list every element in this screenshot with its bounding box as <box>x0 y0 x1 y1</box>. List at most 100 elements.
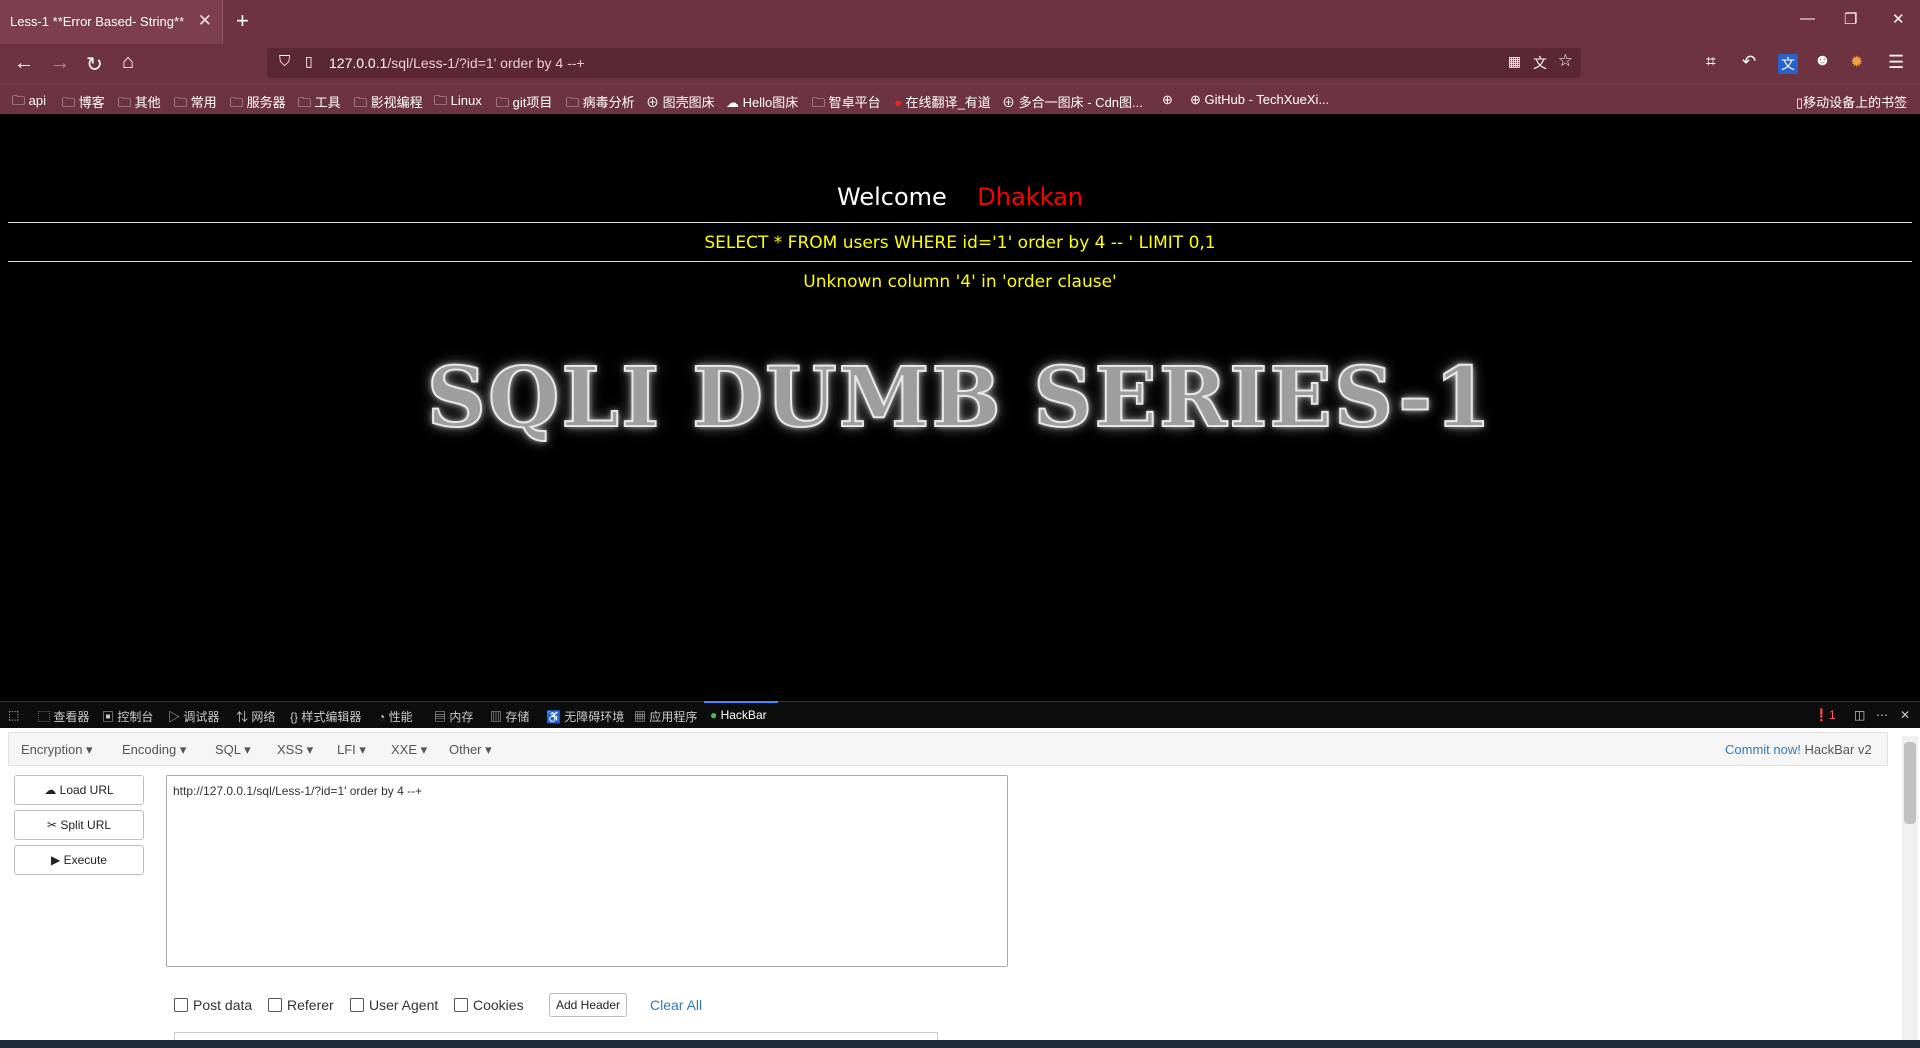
home-icon[interactable]: ⌂ <box>122 51 134 74</box>
sql-error-text: Unknown column '4' in 'order clause' <box>803 272 1117 292</box>
devtools-toolbar: ⬚ ⬚ 查看器 ▣ 控制台 ▷ 调试器 ⇅ 网络 {} 样式编辑器 ◔ 性能 ▤… <box>0 701 1920 729</box>
shield-icon[interactable]: ⛉ <box>279 53 290 70</box>
extension-fox-icon[interactable]: ✹ <box>1850 52 1863 72</box>
page-info-icon[interactable]: ▯ <box>305 53 313 70</box>
bookmarks-bar: 🗀 api 🗀 博客 🗀 其他 🗀 常用 🗀 服务器 🗀 工具 🗀 影视编程 🗀… <box>0 84 1920 115</box>
menu-other[interactable]: Other ▾ <box>449 742 492 758</box>
bookmark-folder-common[interactable]: 🗀 常用 <box>174 92 217 116</box>
load-url-button[interactable]: ☁ Load URL <box>14 775 144 805</box>
qr-code-icon[interactable]: ▦ <box>1508 53 1521 70</box>
bookmark-folder-api[interactable]: 🗀 api <box>12 92 46 114</box>
bookmark-folder-tools[interactable]: 🗀 工具 <box>298 92 341 116</box>
user-name: Dhakkan <box>977 183 1083 211</box>
series-logo: SQLI DUMB SERIES-1 <box>426 349 1494 447</box>
bookmark-folder-other[interactable]: 🗀 其他 <box>118 92 161 116</box>
checkbox-icon <box>350 998 364 1012</box>
restore-icon[interactable]: ❐ <box>1844 10 1857 28</box>
undo-icon[interactable]: ↶ <box>1742 52 1756 72</box>
mobile-bookmarks[interactable]: ▯移动设备上的书签 <box>1796 92 1907 111</box>
reload-icon[interactable]: ↻ <box>86 52 103 77</box>
menu-xxe[interactable]: XXE ▾ <box>391 742 427 758</box>
back-icon[interactable]: ← <box>14 52 34 75</box>
hackbar-version-line: Commit now! HackBar v2 <box>1725 742 1872 757</box>
divider-bottom <box>8 261 1912 262</box>
user-agent-checkbox[interactable]: User Agent <box>350 997 438 1013</box>
translate-ext-icon[interactable]: 文 <box>1778 54 1798 74</box>
menu-xss[interactable]: XSS ▾ <box>277 742 313 758</box>
devtools-tab-application[interactable]: ▦ 应用程序 <box>634 708 697 725</box>
url-textarea[interactable]: http://127.0.0.1/sql/Less-1/?id=1' order… <box>166 775 1008 967</box>
nav-bar: ← → ↻ ⌂ ⛉ ▯ 127.0.0.1/sql/Less-1/?id=1' … <box>0 44 1920 84</box>
devtools-tab-storage[interactable]: ▥ 存储 <box>490 708 529 725</box>
page-content: Welcome Dhakkan SELECT * FROM users WHER… <box>0 114 1920 701</box>
bookmark-folder-platform[interactable]: 🗀 智卓平台 <box>812 92 881 116</box>
forward-icon[interactable]: → <box>50 52 70 75</box>
commit-now-link[interactable]: Commit now! <box>1725 742 1801 757</box>
url-text[interactable]: 127.0.0.1/sql/Less-1/?id=1' order by 4 -… <box>329 55 585 71</box>
bookmark-github[interactable]: ⊕ GitHub - TechXueXi... <box>1190 92 1329 108</box>
pick-element-icon[interactable]: ⬚ <box>8 708 19 722</box>
hackbar-panel: Encryption ▾ Encoding ▾ SQL ▾ XSS ▾ LFI … <box>0 728 1920 1041</box>
tab-title: Less-1 **Error Based- String** <box>10 14 185 29</box>
checkbox-icon <box>268 998 282 1012</box>
close-devtools-icon[interactable]: ✕ <box>1900 708 1910 722</box>
divider-top <box>8 222 1912 223</box>
devtools-tab-accessibility[interactable]: ♿ 无障碍环境 <box>546 708 624 725</box>
welcome-text: Welcome <box>837 183 947 211</box>
add-header-button[interactable]: Add Header <box>549 993 627 1017</box>
devtools-tab-network[interactable]: ⇅ 网络 <box>236 708 275 725</box>
taskbar <box>0 1040 1920 1048</box>
clear-all-link[interactable]: Clear All <box>650 997 702 1013</box>
devtools-tab-memory[interactable]: ▤ 内存 <box>434 708 473 725</box>
checkbox-icon <box>174 998 188 1012</box>
sql-query-text: SELECT * FROM users WHERE id='1' order b… <box>704 233 1216 253</box>
scrollbar[interactable] <box>1902 736 1918 1040</box>
checkbox-icon <box>454 998 468 1012</box>
bookmark-star-icon[interactable]: ☆ <box>1558 51 1573 71</box>
hackbar-menu: Encryption ▾ Encoding ▾ SQL ▾ XSS ▾ LFI … <box>8 732 1888 766</box>
bookmark-cdn[interactable]: ⊕ 多合一图床 - Cdn图... <box>1002 92 1143 111</box>
bookmark-folder-server[interactable]: 🗀 服务器 <box>230 92 286 116</box>
devtools-tab-performance[interactable]: ◔ 性能 <box>378 708 413 725</box>
tab-bar: Less-1 **Error Based- String** ✕ + — ❐ ✕ <box>0 0 1920 44</box>
referer-checkbox[interactable]: Referer <box>268 997 334 1013</box>
execute-button[interactable]: ▶ Execute <box>14 845 144 875</box>
devtools-tab-style-editor[interactable]: {} 样式编辑器 <box>290 708 361 725</box>
devtools-tab-inspector[interactable]: ⬚ 查看器 <box>38 708 89 725</box>
dock-icon[interactable]: ◫ <box>1854 708 1865 722</box>
welcome-line: Welcome Dhakkan <box>0 183 1920 211</box>
more-options-icon[interactable]: ⋯ <box>1876 708 1888 722</box>
error-count-badge[interactable]: ❗1 <box>1814 708 1836 722</box>
cookies-checkbox[interactable]: Cookies <box>454 997 524 1013</box>
bookmark-hello[interactable]: ☁ Hello图床 <box>726 92 798 111</box>
new-tab-icon[interactable]: + <box>236 8 249 34</box>
menu-encoding[interactable]: Encoding ▾ <box>122 742 186 758</box>
globe-icon[interactable]: ⊕ <box>1162 92 1173 108</box>
crop-icon[interactable]: ⌗ <box>1706 52 1716 72</box>
tab-active[interactable]: Less-1 **Error Based- String** ✕ <box>0 0 223 44</box>
address-bar[interactable]: ⛉ ▯ 127.0.0.1/sql/Less-1/?id=1' order by… <box>267 48 1581 78</box>
menu-icon[interactable]: ☰ <box>1888 52 1904 73</box>
bookmark-folder-blog[interactable]: 🗀 博客 <box>62 92 105 116</box>
bookmark-folder-git[interactable]: 🗀 git项目 <box>496 92 552 116</box>
extension-face-icon[interactable]: ☻ <box>1814 52 1831 70</box>
bookmark-image-host[interactable]: ⊕ 图壳图床 <box>646 92 715 111</box>
bookmark-folder-linux[interactable]: 🗀 Linux <box>434 92 482 114</box>
menu-lfi[interactable]: LFI ▾ <box>337 742 366 758</box>
close-tab-icon[interactable]: ✕ <box>198 11 212 31</box>
bookmark-folder-virus[interactable]: 🗀 病毒分析 <box>566 92 635 116</box>
menu-encryption[interactable]: Encryption ▾ <box>21 742 93 758</box>
bookmark-folder-video[interactable]: 🗀 影视编程 <box>354 92 423 116</box>
active-tab-indicator <box>704 701 778 703</box>
devtools-tab-hackbar[interactable]: ● HackBar <box>710 708 767 722</box>
split-url-button[interactable]: ✂ Split URL <box>14 810 144 840</box>
post-data-checkbox[interactable]: Post data <box>174 997 252 1013</box>
devtools-tab-debugger[interactable]: ▷ 调试器 <box>168 708 219 725</box>
bookmark-youdao[interactable]: ● 在线翻译_有道 <box>894 92 991 111</box>
window-close-icon[interactable]: ✕ <box>1892 10 1905 28</box>
menu-sql[interactable]: SQL ▾ <box>215 742 251 758</box>
devtools-tab-console[interactable]: ▣ 控制台 <box>102 708 153 725</box>
scrollbar-thumb[interactable] <box>1904 742 1916 824</box>
minimize-icon[interactable]: — <box>1800 10 1815 27</box>
translate-icon[interactable]: 文 <box>1533 53 1547 73</box>
